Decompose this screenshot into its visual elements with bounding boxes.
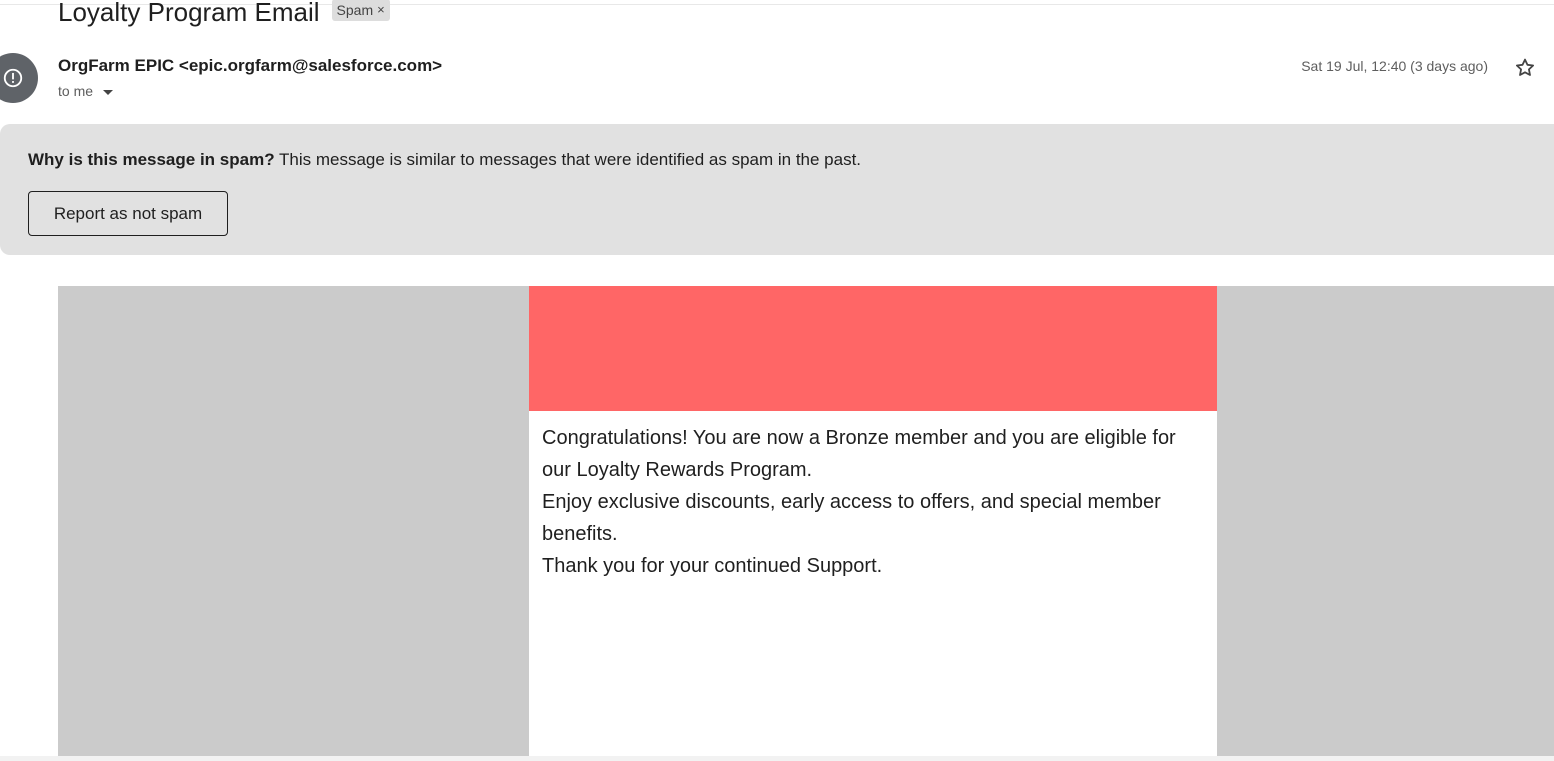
subject-row: Loyalty Program Email Spam × xyxy=(58,0,390,30)
recipient-details-toggle[interactable]: to me xyxy=(58,82,114,100)
email-paragraph: Thank you for your continued Support. xyxy=(542,555,883,577)
spam-reason-heading: Why is this message in spam? xyxy=(28,150,275,169)
caret-down-icon[interactable] xyxy=(103,89,114,95)
spam-label-remove-icon[interactable]: × xyxy=(377,0,385,21)
email-paragraph: Congratulations! You are now a Bronze me… xyxy=(542,427,1176,481)
email-content-card: Congratulations! You are now a Bronze me… xyxy=(529,286,1217,757)
sender-avatar xyxy=(0,53,38,103)
email-view: Loyalty Program Email Spam × OrgFarm EPI… xyxy=(0,0,1554,761)
email-side-panel-left xyxy=(58,286,529,757)
email-side-panel-right xyxy=(1217,286,1554,757)
star-icon[interactable] xyxy=(1513,56,1537,80)
message-date: Sat 19 Jul, 12:40 (3 days ago) xyxy=(1301,58,1488,74)
spam-label-chip[interactable]: Spam × xyxy=(331,0,390,21)
alert-circle-icon xyxy=(3,68,23,88)
spam-reason: Why is this message in spam? This messag… xyxy=(28,149,861,171)
email-subject: Loyalty Program Email xyxy=(58,0,320,27)
spam-warning-banner xyxy=(0,124,1554,255)
email-header-banner xyxy=(529,286,1217,411)
email-paragraph: Enjoy exclusive discounts, early access … xyxy=(542,491,1161,545)
spam-label-text: Spam xyxy=(336,2,374,18)
email-body-text: Congratulations! You are now a Bronze me… xyxy=(542,422,1207,582)
spam-reason-text: This message is similar to messages that… xyxy=(279,150,862,169)
sender-name[interactable]: OrgFarm EPIC <epic.orgfarm@salesforce.co… xyxy=(58,55,442,77)
bottom-divider xyxy=(0,756,1554,761)
recipient-text: to me xyxy=(58,83,94,99)
report-not-spam-button[interactable]: Report as not spam xyxy=(28,191,228,236)
